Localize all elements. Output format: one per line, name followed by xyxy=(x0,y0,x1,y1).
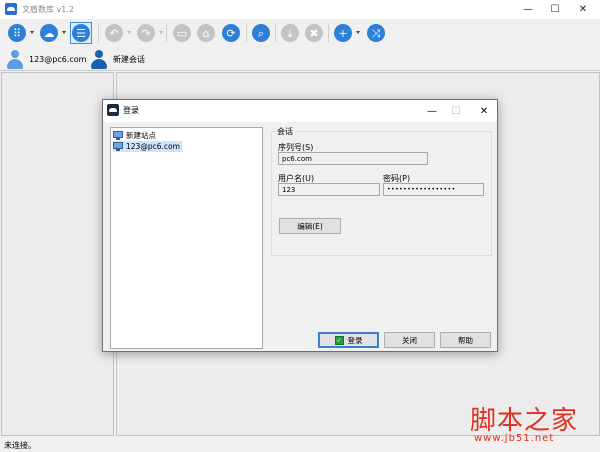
back-button[interactable]: ↶ xyxy=(103,22,125,44)
back-dropdown-arrow[interactable] xyxy=(127,31,131,34)
computer-icon xyxy=(113,142,123,151)
watermark-text: 脚本之家 xyxy=(470,406,579,436)
window-title: 文盾数库 v1.2 xyxy=(22,5,74,14)
list-icon: ☰ xyxy=(72,24,90,42)
toolbar-separator xyxy=(98,24,99,42)
refresh-button[interactable]: ⟳ xyxy=(220,22,242,44)
session-tab-123[interactable]: 123@pc6.com xyxy=(6,47,86,71)
tree-item-label: 新建站点 xyxy=(126,131,156,140)
forward-button[interactable]: ↷ xyxy=(135,22,157,44)
computer-icon xyxy=(113,131,123,140)
username-field[interactable]: 123 xyxy=(278,183,380,196)
watermark-url: www.jb51.net xyxy=(474,433,555,444)
shuffle-button[interactable]: ⤨ xyxy=(365,22,387,44)
app-logo-icon xyxy=(5,3,17,15)
dialog-minimize-button[interactable]: — xyxy=(421,102,443,120)
search-icon: ⌕ xyxy=(252,24,270,42)
dialog-title-bar: 登录 — ☐ ✕ xyxy=(103,100,497,122)
dialog-app-icon xyxy=(107,104,119,116)
toolbar-separator xyxy=(275,24,276,42)
login-icon: ✓ xyxy=(334,335,344,345)
toolbar-separator xyxy=(166,24,167,42)
download-button[interactable]: ⤓ xyxy=(279,22,301,44)
dialog-maximize-button[interactable]: ☐ xyxy=(445,102,467,120)
tree-item-123[interactable]: 123@pc6.com xyxy=(113,141,182,152)
home-button[interactable]: ⌂ xyxy=(195,22,217,44)
minimize-button[interactable]: — xyxy=(515,0,541,18)
folder-button[interactable]: ▭ xyxy=(171,22,193,44)
watermark: 脚本之家 www.jb51.net xyxy=(470,400,598,450)
trash-icon: ✖ xyxy=(305,24,323,42)
sync-button[interactable]: ☁ xyxy=(38,22,60,44)
add-button[interactable]: + xyxy=(332,22,354,44)
session-group-title: 会话 xyxy=(275,126,295,137)
search-button[interactable]: ⌕ xyxy=(250,22,272,44)
plus-icon: + xyxy=(334,24,352,42)
close-button[interactable]: ✕ xyxy=(570,0,596,18)
status-text: 未连接。 xyxy=(4,441,36,450)
site-tree[interactable]: 新建站点 123@pc6.com xyxy=(110,127,263,349)
forward-dropdown-arrow[interactable] xyxy=(159,31,163,34)
toolbar: ⠿ ☁ ☰ ↶ ↷ ▭ ⌂ ⟳ ⌕ ⤓ ✖ + ⤨ xyxy=(0,19,600,47)
toolbar-separator xyxy=(328,24,329,42)
help-button[interactable]: 帮助 xyxy=(440,332,491,348)
dialog-close-button[interactable]: ✕ xyxy=(473,102,495,120)
tree-item-new-site[interactable]: 新建站点 xyxy=(113,130,158,141)
list-view-button[interactable]: ☰ xyxy=(70,22,92,44)
cloud-sync-icon: ☁ xyxy=(40,24,58,42)
login-button-label: 登录 xyxy=(347,335,363,345)
folder-icon: ▭ xyxy=(173,24,191,42)
apps-dropdown-arrow[interactable] xyxy=(30,31,34,34)
login-button[interactable]: ✓ 登录 xyxy=(318,332,379,348)
maximize-button[interactable]: ☐ xyxy=(542,0,568,18)
forward-icon: ↷ xyxy=(137,24,155,42)
password-field[interactable]: ••••••••••••••••• xyxy=(383,183,484,196)
toolbar-separator xyxy=(246,24,247,42)
edit-button[interactable]: 编辑(E) xyxy=(279,218,341,234)
shuffle-icon: ⤨ xyxy=(367,24,385,42)
home-icon: ⌂ xyxy=(197,24,215,42)
session-tab-label: 新建会话 xyxy=(113,54,145,64)
sync-dropdown-arrow[interactable] xyxy=(62,31,66,34)
close-dialog-button[interactable]: 关闭 xyxy=(384,332,435,348)
login-dialog: 登录 — ☐ ✕ 新建站点 123@pc6.com 会话 序列号(S) pc6.… xyxy=(102,99,498,352)
session-tab-bar: 123@pc6.com 新建会话 xyxy=(0,47,600,71)
download-icon: ⤓ xyxy=(281,24,299,42)
tree-item-label: 123@pc6.com xyxy=(126,142,180,151)
refresh-icon: ⟳ xyxy=(222,24,240,42)
session-tab-new[interactable]: 新建会话 xyxy=(90,47,145,71)
add-dropdown-arrow[interactable] xyxy=(356,31,360,34)
title-bar: 文盾数库 v1.2 — ☐ ✕ xyxy=(0,0,600,19)
grid-icon: ⠿ xyxy=(8,24,26,42)
serial-field[interactable]: pc6.com xyxy=(278,152,428,165)
user-icon xyxy=(6,49,24,69)
apps-button[interactable]: ⠿ xyxy=(6,22,28,44)
dialog-title: 登录 xyxy=(123,106,139,115)
session-tab-label: 123@pc6.com xyxy=(29,54,87,64)
left-pane[interactable] xyxy=(1,72,114,436)
back-icon: ↶ xyxy=(105,24,123,42)
delete-button[interactable]: ✖ xyxy=(303,22,325,44)
user-icon xyxy=(90,49,108,69)
